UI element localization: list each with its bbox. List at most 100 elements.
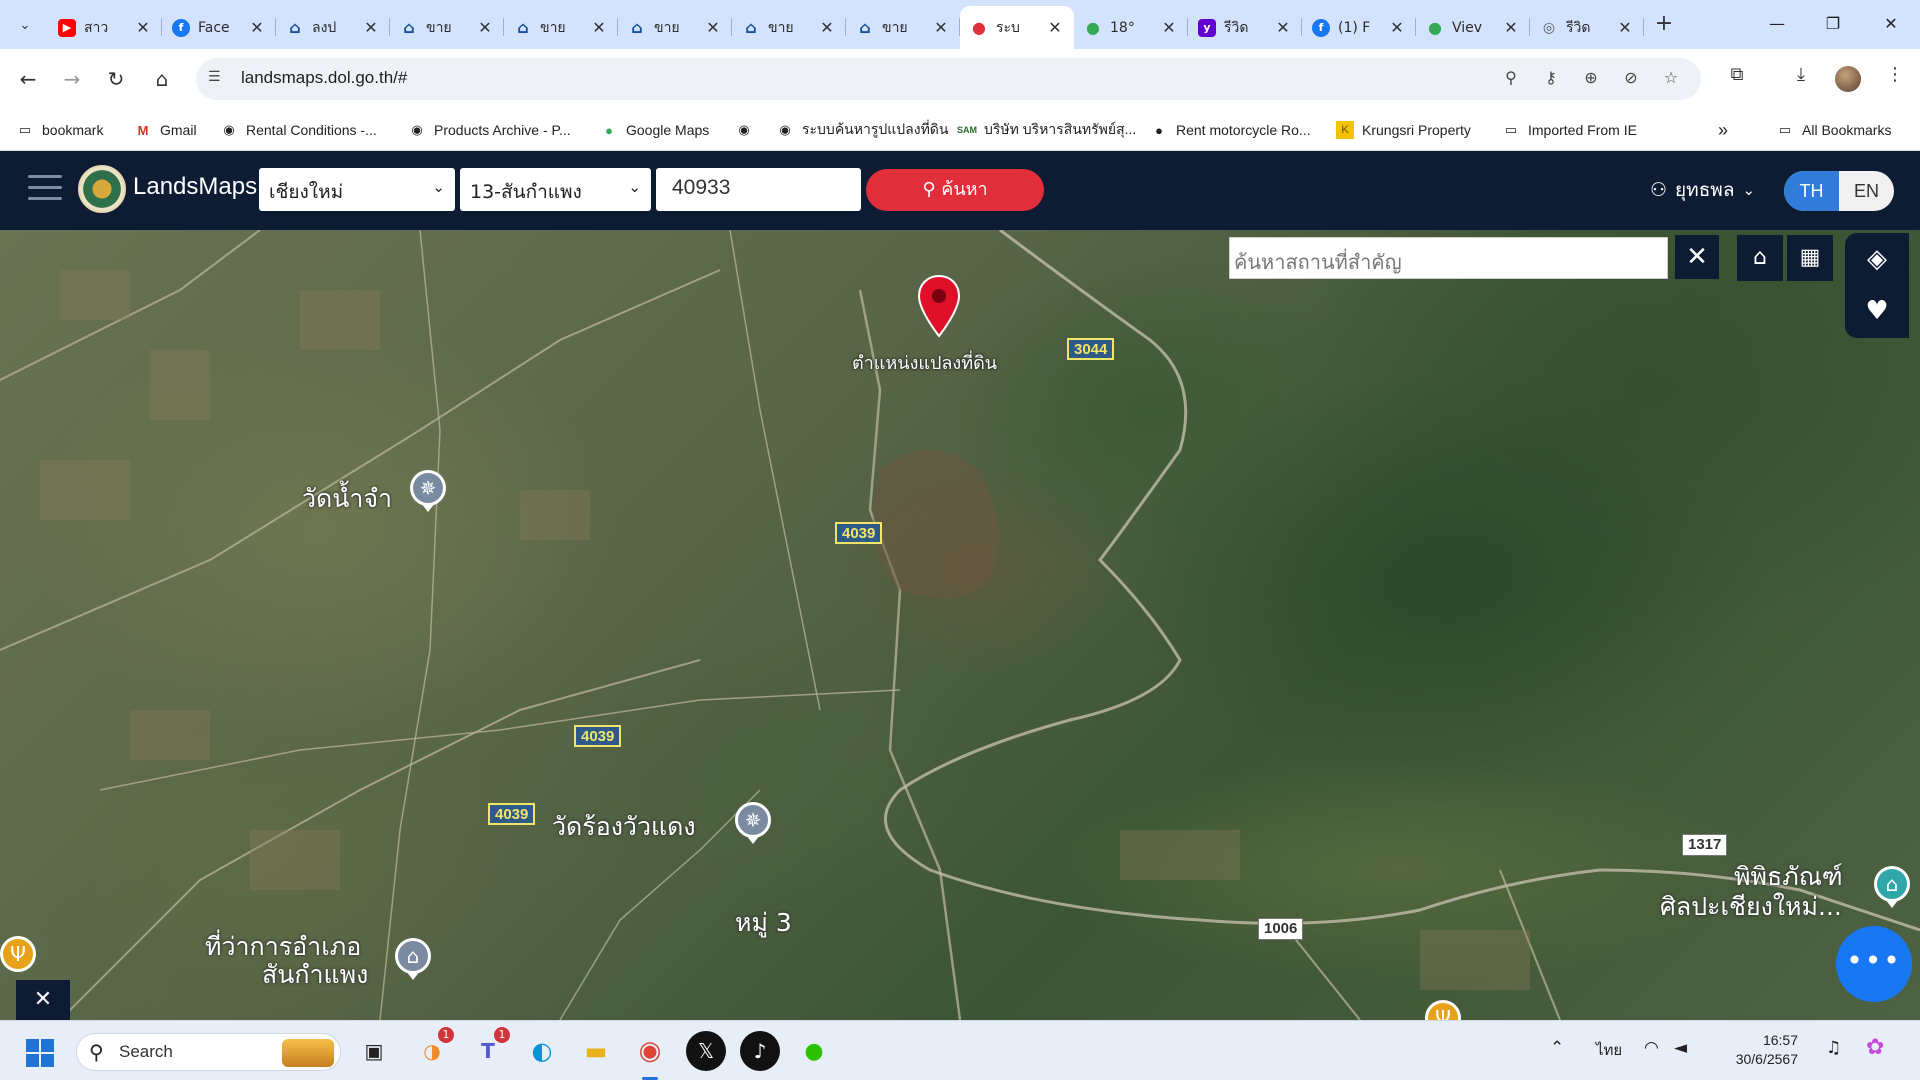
url-text[interactable]: landsmaps.dol.go.th/# (241, 68, 407, 88)
bookmark-item[interactable]: M Gmail (134, 119, 197, 141)
bookmark-item[interactable]: ◉ (735, 119, 761, 141)
outlook-icon[interactable]: ◑ 1 (412, 1027, 454, 1071)
system-clock[interactable]: 16:57 30/6/2567 (1708, 1031, 1798, 1069)
close-icon[interactable]: ✕ (818, 18, 836, 37)
bookmark-item[interactable]: ▭ bookmark (16, 119, 104, 141)
close-icon[interactable]: ✕ (1046, 18, 1064, 37)
chrome-icon[interactable]: ◉ (630, 1031, 670, 1080)
parcel-location-pin-icon[interactable] (916, 274, 962, 338)
bookmark-item[interactable]: ▭ Imported From IE (1502, 119, 1637, 141)
browser-tab[interactable]: ⌂ ลงป ✕ (276, 6, 390, 49)
layers-icon[interactable]: ◈ (1845, 233, 1909, 285)
more-options-button[interactable]: ••• (1836, 926, 1912, 1002)
close-icon[interactable]: ✕ (932, 18, 950, 37)
new-tab-button[interactable]: + (1652, 12, 1676, 36)
bookmark-item[interactable]: ● Google Maps (600, 119, 709, 141)
lang-th-button[interactable]: TH (1784, 171, 1839, 211)
temple-poi-icon[interactable]: ✵ (410, 470, 446, 514)
browser-tab[interactable]: ● 18° ✕ (1074, 6, 1188, 49)
browser-tab[interactable]: ▶ สาว ✕ (48, 6, 162, 49)
close-icon[interactable]: ✕ (704, 18, 722, 37)
government-poi-icon[interactable]: ⌂ (395, 938, 431, 982)
landmark-search-input[interactable]: ค้นหาสถานที่สำคัญ (1229, 237, 1668, 279)
address-bar[interactable]: ☰ landsmaps.dol.go.th/# ⚲ ⚷ ⊕ ⊘ ☆ (196, 58, 1701, 100)
extensions-icon[interactable]: ⧉ (1722, 64, 1752, 94)
heart-icon[interactable]: ♥ (1845, 285, 1909, 337)
forward-button[interactable]: → (56, 63, 88, 95)
edge-icon[interactable]: ◐ (522, 1031, 562, 1071)
parcel-number-input[interactable]: 40933 (656, 168, 861, 211)
home-button[interactable]: ⌂ (146, 63, 178, 95)
province-select[interactable]: เชียงใหม่ ⌄ (259, 168, 455, 211)
wechat-icon[interactable]: ● (794, 1031, 834, 1071)
zoom-icon[interactable]: ⊕ (1579, 68, 1603, 92)
restaurant-poi-icon[interactable]: Ψ (1425, 1000, 1461, 1020)
tab-search-chevron-icon[interactable]: ⌄ (10, 10, 40, 40)
hamburger-menu-icon[interactable] (28, 175, 62, 203)
satellite-map[interactable]: 3044 4039 4039 4039 1317 1006 วัดน้ำจำ ว… (0, 230, 1920, 1020)
browser-tab[interactable]: f (1) F ✕ (1302, 6, 1416, 49)
close-icon[interactable]: ✕ (134, 18, 152, 37)
notification-bell-icon[interactable]: ♫ (1826, 1038, 1841, 1058)
bookmark-item[interactable]: SAM บริษัท บริหารสินทรัพย์สุ... (957, 119, 1136, 141)
close-icon[interactable]: ✕ (1388, 18, 1406, 37)
browser-tab[interactable]: f Face ✕ (162, 6, 276, 49)
location-icon[interactable]: ⚲ (1499, 68, 1523, 92)
close-icon[interactable]: ✕ (1616, 18, 1634, 37)
bookmark-item[interactable]: K Krungsri Property (1336, 119, 1471, 141)
browser-tab[interactable]: ⌂ ขาย ✕ (504, 6, 618, 49)
browser-tab[interactable]: ⌂ ขาย ✕ (846, 6, 960, 49)
restaurant-poi-icon[interactable]: Ψ (0, 936, 36, 980)
x-app-icon[interactable]: 𝕏 (686, 1031, 726, 1071)
browser-tab[interactable]: y รีวิด ✕ (1188, 6, 1302, 49)
eye-off-icon[interactable]: ⊘ (1619, 68, 1643, 92)
restore-button[interactable]: ❐ (1810, 8, 1856, 40)
download-icon[interactable]: ⤓ (1786, 64, 1816, 94)
temple-poi-icon[interactable]: ✵ (735, 802, 771, 846)
browser-tab[interactable]: ⌂ ขาย ✕ (732, 6, 846, 49)
task-view-icon[interactable]: ▣ (354, 1031, 394, 1071)
grid-toggle-button[interactable]: ▦ (1787, 235, 1833, 281)
bookmark-item[interactable]: ◉ Rental Conditions -... (220, 119, 376, 141)
browser-tab[interactable]: ⌂ ขาย ✕ (618, 6, 732, 49)
taskbar-search[interactable]: ⚲ Search (76, 1033, 341, 1071)
bookmark-item[interactable]: ◉ ระบบค้นหารูปแปลงที่ดิน (776, 119, 948, 141)
wifi-icon[interactable]: ◠ (1644, 1038, 1659, 1058)
close-window-button[interactable]: ✕ (1868, 8, 1914, 40)
menu-kebab-icon[interactable]: ⋮ (1880, 64, 1910, 94)
browser-tab[interactable]: ● Viev ✕ (1416, 6, 1530, 49)
input-language[interactable]: ไทย (1596, 1038, 1622, 1062)
close-icon[interactable]: ✕ (248, 18, 266, 37)
measure-tool-icon[interactable]: ✕ (16, 980, 70, 1020)
browser-tab[interactable]: ◎ รีวิด ✕ (1530, 6, 1644, 49)
clear-search-button[interactable]: ✕ (1675, 235, 1719, 279)
close-icon[interactable]: ✕ (1274, 18, 1292, 37)
user-menu[interactable]: ⚇ ยุทธพล ⌄ (1650, 175, 1755, 205)
bookmark-item[interactable]: ● Rent motorcycle Ro... (1150, 119, 1311, 141)
more-bookmarks-icon[interactable]: » (1718, 119, 1728, 141)
browser-tab[interactable]: ⌂ ขาย ✕ (390, 6, 504, 49)
reload-button[interactable]: ↻ (100, 63, 132, 95)
minimize-button[interactable]: — (1754, 8, 1800, 40)
windows-start-icon[interactable] (26, 1039, 54, 1067)
back-button[interactable]: ← (12, 63, 44, 95)
volume-icon[interactable]: ◄ (1674, 1038, 1687, 1058)
close-icon[interactable]: ✕ (476, 18, 494, 37)
tray-overflow-icon[interactable]: ⌃ (1550, 1038, 1564, 1058)
star-icon[interactable]: ☆ (1659, 68, 1683, 92)
home-view-button[interactable]: ⌂ (1737, 235, 1783, 281)
copilot-icon[interactable]: ✿ (1866, 1035, 1884, 1060)
district-select[interactable]: 13-สันกำแพง ⌄ (460, 168, 651, 211)
browser-tab-active[interactable]: ● ระบ ✕ (960, 6, 1074, 49)
file-explorer-icon[interactable]: ▬ (576, 1031, 616, 1071)
close-icon[interactable]: ✕ (362, 18, 380, 37)
teams-icon[interactable]: T1 (468, 1027, 510, 1071)
lang-en-button[interactable]: EN (1839, 171, 1894, 211)
close-icon[interactable]: ✕ (1160, 18, 1178, 37)
all-bookmarks[interactable]: ▭ All Bookmarks (1776, 119, 1892, 141)
search-button[interactable]: ⚲ ค้นหา (866, 169, 1044, 211)
bookmark-item[interactable]: ◉ Products Archive - P... (408, 119, 570, 141)
profile-avatar[interactable] (1835, 66, 1861, 92)
tiktok-icon[interactable]: ♪ (740, 1031, 780, 1071)
museum-poi-icon[interactable]: ⌂ (1874, 866, 1910, 910)
